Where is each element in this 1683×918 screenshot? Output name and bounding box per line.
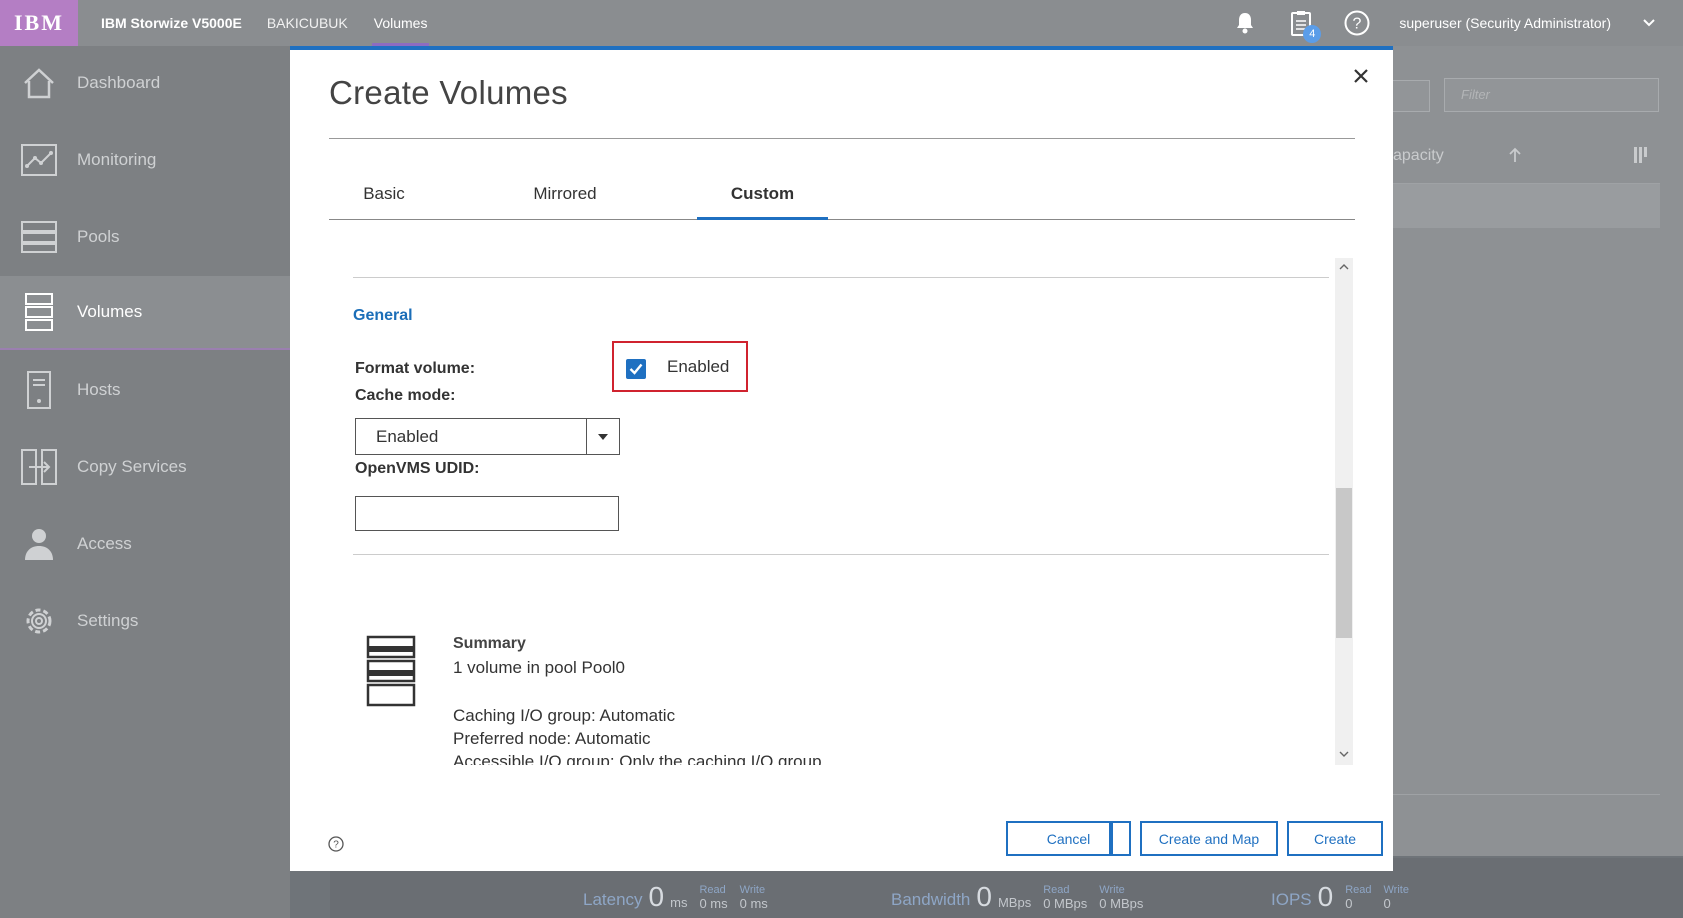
sidebar-item-label: Hosts [77,380,121,399]
background-table-header: apacity [1393,130,1660,184]
sidebar-item-settings[interactable]: Settings [0,584,290,658]
latency-value: 0 [648,881,665,912]
help-icon[interactable]: ? [328,836,344,852]
format-volume-checkbox[interactable] [626,359,646,379]
sidebar-item-monitoring[interactable]: Monitoring [0,123,290,197]
iops-label: IOPS [1271,890,1312,909]
system-name[interactable]: BAKICUBUK [267,15,348,31]
summary-title: Summary [453,635,526,652]
sidebar-item-label: Access [77,534,132,553]
sidebar-item-label: Settings [77,611,139,630]
latency-write-value: 0 ms [739,896,768,911]
tasks-icon[interactable]: 4 [1287,9,1322,43]
sidebar-item-label: Pools [77,227,120,246]
scrollbar-thumb[interactable] [1336,488,1352,638]
latency-label: Latency [583,890,643,909]
scroll-down-icon[interactable] [1337,747,1351,761]
cache-mode-select[interactable]: Enabled [355,418,620,455]
summary-caching-io-group: Caching I/O group: Automatic [453,706,676,725]
sidebar-item-pools[interactable]: Pools [0,200,290,274]
sort-arrow-icon[interactable] [1508,146,1522,164]
product-name: IBM Storwize V5000E [101,15,242,31]
latency-unit: ms [670,895,688,910]
sidebar-item-hosts[interactable]: Hosts [0,353,290,427]
volume-summary-icon [366,635,416,707]
help-icon[interactable]: ? [1343,9,1371,37]
settings-icon [19,601,59,641]
bandwidth-read-value: 0 MBps [1043,896,1088,911]
iops-value: 0 [1317,881,1334,912]
bell-icon[interactable] [1231,9,1259,37]
svg-text:?: ? [1353,16,1362,33]
capacity-column-header[interactable]: apacity [1393,147,1444,165]
custom-settings-panel[interactable]: General Format volume: Enabled Cache mod… [329,250,1355,765]
bandwidth-unit: MBps [997,895,1032,910]
openvms-udid-label: OpenVMS UDID: [355,460,480,477]
openvms-udid-input[interactable] [355,496,619,531]
tab-mirrored[interactable]: Mirrored [496,180,634,220]
dialog-title: Create Volumes [329,74,568,111]
sidebar-item-dashboard[interactable]: Dashboard [0,46,290,120]
copy-services-icon [19,447,59,487]
format-volume-highlight: Enabled [612,341,748,392]
spacer [1109,821,1113,856]
latency-read-value: 0 ms [699,896,728,911]
format-volume-label: Format volume: [355,360,476,377]
volume-type-tabs: Basic Mirrored Custom [329,180,1355,220]
dropdown-arrow-icon[interactable] [586,419,619,454]
scrollbar[interactable] [1335,258,1353,765]
title-divider [329,138,1355,139]
background-table-row[interactable] [1393,184,1660,228]
section-divider [353,277,1329,278]
user-menu[interactable]: superuser (Security Administrator) [1399,15,1611,31]
summary-volume-count: 1 volume in pool Pool0 [453,658,626,677]
sidebar-item-label: Volumes [77,302,143,321]
sidebar-item-label: Monitoring [77,150,157,169]
cache-mode-label: Cache mode: [355,387,456,404]
format-volume-value[interactable]: Enabled [667,357,729,377]
background-divider [1393,794,1660,795]
volumes-icon [19,292,59,332]
create-volumes-dialog: Create Volumes Basic Mirrored Custom Gen… [290,46,1393,871]
sidebar-item-label: Copy Services [77,457,187,476]
sidebar-item-copy-services[interactable]: Copy Services [0,430,290,504]
section-title-general[interactable]: General [353,307,413,325]
bandwidth-label: Bandwidth [891,890,971,909]
hosts-icon [19,370,59,410]
create-button[interactable]: Create [1287,821,1383,856]
column-settings-icon[interactable] [1633,146,1651,164]
sidebar: Dashboard Monitoring Pools Volumes Hosts… [0,46,290,918]
ibm-logo[interactable]: IBM [0,0,78,46]
top-bar: IBM IBM Storwize V5000E BAKICUBUK Volume… [0,0,1683,46]
summary-accessible-io-group: Accessible I/O group: Only the caching I… [453,752,822,765]
home-icon [19,63,59,103]
checkmark-icon [629,363,643,375]
sidebar-item-access[interactable]: Access [0,507,290,581]
monitoring-icon [19,140,59,180]
tasks-badge: 4 [1303,25,1322,43]
tab-basic[interactable]: Basic [329,180,439,220]
background-filter-input[interactable]: Filter [1444,78,1659,112]
create-and-map-button[interactable]: Create and Map [1140,821,1278,856]
pools-icon [19,217,59,257]
bandwidth-value: 0 [976,881,992,912]
chevron-down-icon[interactable] [1641,15,1657,31]
sidebar-item-label: Dashboard [77,73,161,92]
cache-mode-value: Enabled [376,427,439,446]
summary-preferred-node: Preferred node: Automatic [453,729,651,748]
bandwidth-write-value: 0 MBps [1099,896,1144,911]
svg-text:?: ? [333,840,339,851]
current-page[interactable]: Volumes [371,0,430,46]
iops-read-value: 0 [1345,896,1353,911]
scroll-up-icon[interactable] [1337,260,1351,274]
iops-write-value: 0 [1383,896,1391,911]
sidebar-item-volumes[interactable]: Volumes [0,276,290,350]
section-divider [353,554,1329,555]
access-icon [19,524,59,564]
close-icon[interactable] [1349,64,1373,88]
tab-custom[interactable]: Custom [697,180,828,220]
